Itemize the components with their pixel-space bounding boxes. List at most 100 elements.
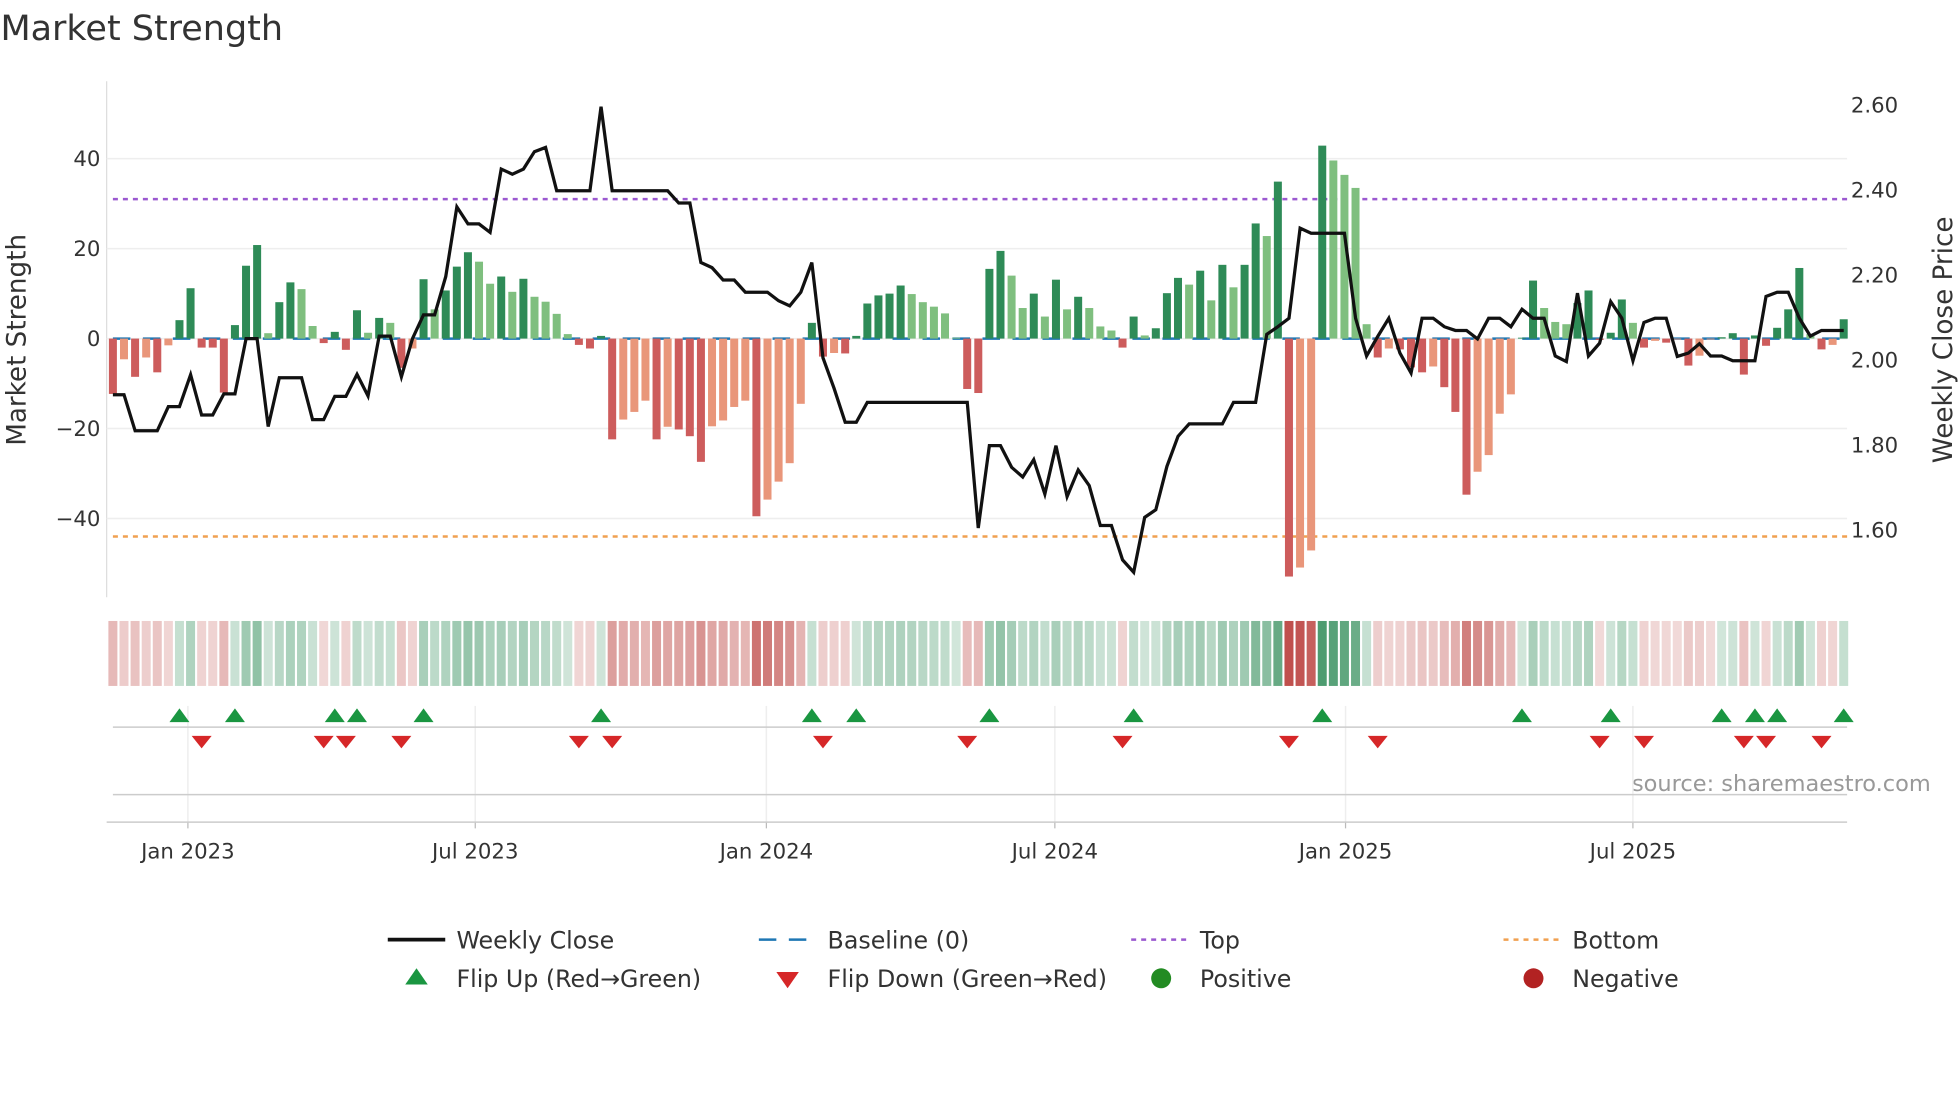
heat-strip-cell xyxy=(1794,620,1804,686)
strength-bar xyxy=(1551,321,1560,339)
strength-bar xyxy=(585,338,594,349)
strength-bar xyxy=(1628,322,1637,339)
strength-bar xyxy=(552,313,561,339)
heat-strip-cell xyxy=(152,620,162,686)
strength-bar xyxy=(874,295,883,339)
flip-down-marker xyxy=(1811,735,1832,749)
heat-strip-cell xyxy=(163,620,173,686)
strength-bar xyxy=(364,332,373,339)
heat-strip-cell xyxy=(1217,620,1227,686)
strength-bar xyxy=(608,338,617,440)
heat-strip-cell xyxy=(1140,620,1150,686)
heat-strip-cell xyxy=(618,620,628,686)
heat-strip-cell xyxy=(1062,620,1072,686)
heat-strip-cell xyxy=(1129,620,1139,686)
strength-bar xyxy=(108,338,117,394)
heat-strip-cell xyxy=(663,620,673,686)
strength-bar xyxy=(752,338,761,517)
flip-up-marker xyxy=(1600,708,1621,723)
strength-bar xyxy=(885,293,894,339)
heat-strip-cell xyxy=(241,620,251,686)
heat-strip-cell xyxy=(1728,620,1738,686)
strength-bar xyxy=(1762,338,1771,346)
strength-bar xyxy=(219,338,228,393)
heat-strip-cell xyxy=(1306,620,1316,686)
heat-strip-cell xyxy=(1683,620,1693,686)
strength-bar xyxy=(741,338,750,401)
heat-strip-cell xyxy=(308,620,318,686)
heat-strip-cell xyxy=(629,620,639,686)
strength-bar xyxy=(974,338,983,394)
heat-strip-cell xyxy=(385,620,395,686)
strength-bar xyxy=(486,283,495,339)
flip-down-marker xyxy=(1589,735,1610,749)
flip-down-marker xyxy=(313,735,334,749)
strength-bar xyxy=(619,338,628,420)
heat-strip-cell xyxy=(1672,620,1682,686)
strength-bar xyxy=(1429,338,1438,367)
strength-bar xyxy=(319,338,328,344)
heat-strip-cell xyxy=(1539,620,1549,686)
strength-bar xyxy=(1828,338,1837,345)
legend-label: Baseline (0) xyxy=(828,926,970,954)
heat-strip-cell xyxy=(1295,620,1305,686)
heat-strip-cell xyxy=(1184,620,1194,686)
heat-strip-cell xyxy=(1550,620,1560,686)
flip-up-marker xyxy=(413,708,434,723)
heat-strip-cell xyxy=(1095,620,1105,686)
strength-bar xyxy=(652,338,661,440)
strength-bar xyxy=(719,338,728,421)
strength-bar xyxy=(763,338,772,500)
y2-tick-label: 2.60 xyxy=(1851,93,1898,118)
strength-bar xyxy=(131,338,140,377)
flip-up-marker xyxy=(1312,708,1333,723)
legend-label: Bottom xyxy=(1572,926,1659,954)
heat-strip-cell xyxy=(1517,620,1527,686)
flip-up-marker xyxy=(324,708,345,723)
heat-strip-cell xyxy=(252,620,262,686)
strength-bar xyxy=(796,338,805,404)
legend-label: Negative xyxy=(1572,965,1678,993)
strength-bar xyxy=(1673,338,1682,340)
heat-strip-cell xyxy=(541,620,551,686)
heat-strip-cell xyxy=(1351,620,1361,686)
heat-strip-cell xyxy=(1617,620,1627,686)
y-tick-label: −20 xyxy=(56,417,101,442)
flip-up-marker xyxy=(1711,708,1732,723)
heat-strip-cell xyxy=(1639,620,1649,686)
flip-down-marker xyxy=(602,735,623,749)
y2-axis-label: Weekly Close Price xyxy=(1929,217,1959,464)
heat-strip-cell xyxy=(984,620,994,686)
heat-strip-cell xyxy=(1284,620,1294,686)
heat-strip-cell xyxy=(1373,620,1383,686)
heat-strip-cell xyxy=(929,620,939,686)
strength-bar xyxy=(275,302,284,339)
strength-bar xyxy=(1662,338,1671,343)
heat-strip-cell xyxy=(785,620,795,686)
heat-strip-cell xyxy=(862,620,872,686)
heat-strip-cell xyxy=(762,620,772,686)
heat-strip-cell xyxy=(485,620,495,686)
strength-bar xyxy=(896,285,905,339)
strength-bar xyxy=(1185,284,1194,339)
strength-bar xyxy=(1706,338,1715,340)
heat-strip-cell xyxy=(1051,620,1061,686)
heat-strip-cell xyxy=(1428,620,1438,686)
strength-bar xyxy=(641,338,650,401)
strength-bar xyxy=(1517,337,1526,339)
strength-bar xyxy=(663,338,672,427)
heat-strip-cell xyxy=(840,620,850,686)
strength-bar xyxy=(985,268,994,339)
strength-bar xyxy=(508,291,517,339)
strength-bar xyxy=(1040,316,1049,339)
heat-strip-cell xyxy=(1406,620,1416,686)
strength-bar xyxy=(774,338,783,482)
heat-strip-cell xyxy=(108,620,118,686)
heat-strip-cell xyxy=(1118,620,1128,686)
heat-strip-cell xyxy=(1206,620,1216,686)
y2-tick-label: 2.00 xyxy=(1851,348,1898,373)
y2-tick-label: 1.60 xyxy=(1851,518,1898,543)
strength-bar xyxy=(907,294,916,339)
strength-bar xyxy=(941,313,950,339)
flip-down-marker xyxy=(812,735,833,749)
